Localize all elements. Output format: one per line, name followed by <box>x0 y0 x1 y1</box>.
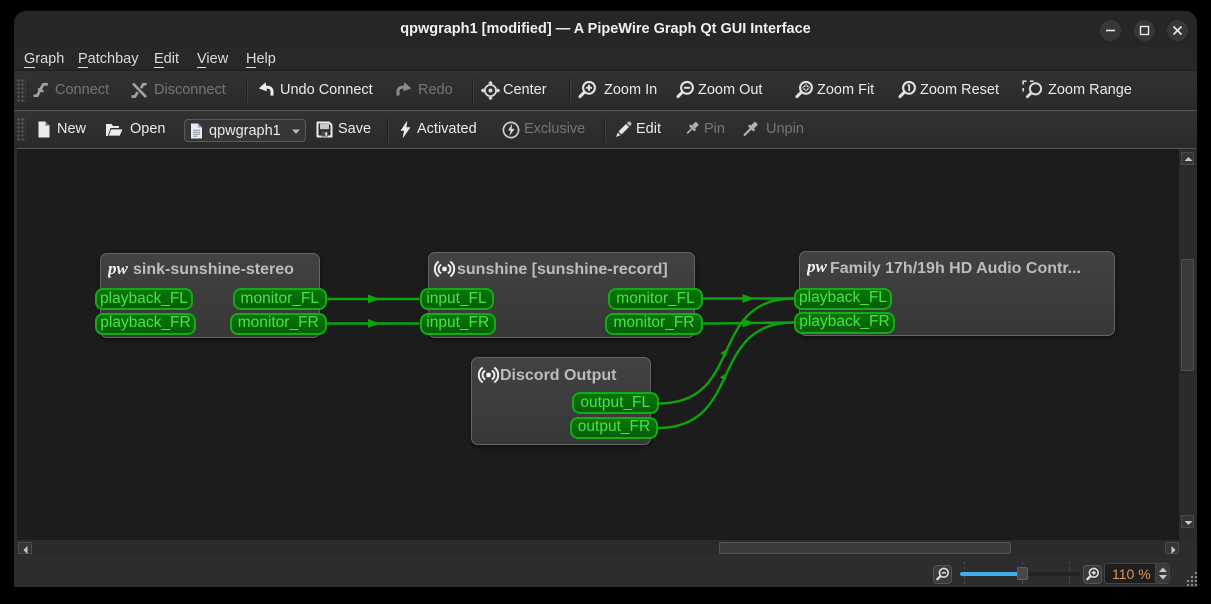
svg-text:pw: pw <box>108 259 129 278</box>
svg-text:pw: pw <box>807 257 828 276</box>
